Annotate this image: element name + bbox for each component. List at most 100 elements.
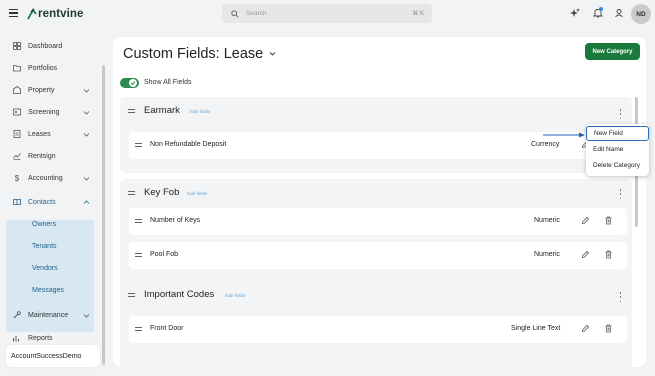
- sidebar-item-portfolios[interactable]: Portfolios: [6, 58, 94, 78]
- top-bar: rentvine Search ⌘ K ND: [0, 0, 655, 28]
- chevron-down-icon: [83, 312, 90, 319]
- sidebar-subitem-messages[interactable]: Messages: [32, 283, 64, 297]
- field-name: Number of Keys: [150, 217, 201, 224]
- field-type: Currency: [531, 141, 560, 148]
- drag-handle-icon[interactable]: [135, 253, 142, 258]
- field-name: Pool Fob: [150, 251, 179, 258]
- drag-handle-icon[interactable]: [128, 191, 135, 196]
- page-title: Custom Fields: Lease: [123, 46, 264, 62]
- hide-fields-link[interactable]: hide fields: [187, 191, 207, 196]
- search-placeholder: Search: [246, 10, 267, 17]
- dollar-icon: $: [14, 173, 20, 183]
- sidebar-item-accounting[interactable]: $ Accounting: [6, 168, 94, 188]
- logo-text: rentvine: [38, 8, 84, 20]
- hide-fields-link[interactable]: hide fields: [225, 293, 245, 298]
- chart-icon: [12, 333, 22, 343]
- category-title: Important Codes: [144, 289, 215, 300]
- category-important-codes: Important Codes hide fields Front Door S…: [120, 281, 632, 367]
- dashboard-icon: [12, 41, 22, 51]
- search-icon: [231, 9, 239, 18]
- pencil-icon[interactable]: [581, 216, 590, 225]
- bell-icon[interactable]: [592, 7, 604, 18]
- sidebar-item-dashboard[interactable]: Dashboard: [6, 36, 94, 56]
- logo[interactable]: rentvine: [27, 7, 84, 21]
- sidebar-item-label: Accounting: [28, 174, 63, 182]
- sidebar: Dashboard Portfolios Property Screening …: [0, 28, 105, 376]
- annotation-arrow: [543, 131, 586, 138]
- trash-icon[interactable]: [604, 324, 613, 333]
- sidebar-scrollbar[interactable]: [102, 65, 105, 365]
- drag-handle-icon[interactable]: [135, 143, 142, 148]
- folder-icon: [12, 63, 22, 73]
- category-dropdown-menu: New Field Edit Name Delete Category: [586, 124, 649, 176]
- category-title: Earmark: [144, 105, 180, 116]
- field-type: Numeric: [534, 217, 561, 224]
- field-row: Pool Fob Numeric: [129, 242, 627, 269]
- category-title: Key Fob: [144, 187, 180, 198]
- search-bar[interactable]: Search ⌘ K: [222, 4, 432, 23]
- field-type: Single Line Text: [511, 325, 561, 332]
- sidebar-item-screening[interactable]: Screening: [6, 102, 94, 122]
- drag-handle-icon[interactable]: [128, 293, 135, 298]
- drag-handle-icon[interactable]: [135, 219, 142, 224]
- chevron-down-icon[interactable]: [269, 50, 276, 57]
- property-icon: [12, 85, 22, 95]
- field-row: Front Door Single Line Text: [129, 316, 627, 343]
- menu-icon[interactable]: [9, 9, 18, 18]
- notification-dot: [599, 7, 603, 11]
- toggle-knob: [129, 79, 137, 87]
- sidebar-item-label: Leases: [28, 130, 51, 138]
- sidebar-item-property[interactable]: Property: [6, 80, 94, 100]
- sidebar-item-label: Rentsign: [28, 152, 56, 160]
- chevron-down-icon: [83, 175, 90, 182]
- drag-handle-icon[interactable]: [128, 109, 135, 114]
- field-row: Number of Keys Numeric: [129, 208, 627, 235]
- pencil-icon[interactable]: [581, 324, 590, 333]
- main-panel: Custom Fields: Lease New Category Show A…: [113, 37, 646, 367]
- field-name: Non Refundable Deposit: [150, 141, 227, 148]
- sidebar-item-label: Property: [28, 86, 55, 94]
- kebab-menu-icon[interactable]: [619, 189, 622, 199]
- sidebar-subitem-tenants[interactable]: Tenants: [32, 239, 57, 253]
- field-name: Front Door: [150, 325, 184, 332]
- sidebar-item-label: Reports: [28, 334, 53, 342]
- menu-item-new-field[interactable]: New Field: [586, 126, 649, 141]
- sidebar-item-maintenance[interactable]: Maintenance: [6, 305, 94, 325]
- menu-item-delete-category[interactable]: Delete Category: [586, 158, 649, 173]
- logo-icon: [27, 8, 37, 20]
- chevron-down-icon: [83, 131, 90, 138]
- sidebar-item-label: Screening: [28, 108, 60, 116]
- drag-handle-icon[interactable]: [135, 327, 142, 332]
- sparkle-icon[interactable]: [570, 8, 580, 18]
- search-shortcut: ⌘ K: [412, 11, 424, 17]
- show-all-label: Show All Fields: [144, 79, 192, 86]
- chevron-down-icon: [83, 109, 90, 116]
- sidebar-item-leases[interactable]: Leases: [6, 124, 94, 144]
- check-icon: [130, 81, 136, 86]
- menu-item-edit-name[interactable]: Edit Name: [586, 142, 649, 157]
- sidebar-item-rentsign[interactable]: Rentsign: [6, 146, 94, 166]
- sidebar-item-contacts[interactable]: Contacts: [6, 192, 94, 212]
- sidebar-item-label: Portfolios: [28, 64, 58, 72]
- chevron-down-icon: [83, 87, 90, 94]
- rentsign-icon: [12, 151, 22, 161]
- kebab-menu-icon[interactable]: [619, 292, 622, 302]
- sidebar-item-label: Maintenance: [28, 311, 69, 319]
- show-all-toggle[interactable]: [120, 78, 139, 88]
- account-switcher[interactable]: AccountSuccessDemo: [6, 345, 100, 367]
- sidebar-item-label: Dashboard: [28, 42, 63, 50]
- book-icon: [12, 197, 22, 207]
- user-icon[interactable]: [614, 8, 624, 18]
- kebab-menu-icon[interactable]: [619, 109, 622, 119]
- pencil-icon[interactable]: [581, 250, 590, 259]
- sidebar-item-label: Contacts: [28, 198, 56, 206]
- trash-icon[interactable]: [604, 216, 613, 225]
- sidebar-subitem-owners[interactable]: Owners: [32, 217, 56, 231]
- hide-fields-link[interactable]: hide fields: [190, 109, 210, 114]
- screening-icon: [12, 107, 22, 117]
- new-category-button[interactable]: New Category: [585, 43, 640, 60]
- sidebar-subitem-vendors[interactable]: Vendors: [32, 261, 58, 275]
- avatar[interactable]: ND: [631, 4, 651, 24]
- trash-icon[interactable]: [604, 250, 613, 259]
- lease-icon: [12, 129, 22, 139]
